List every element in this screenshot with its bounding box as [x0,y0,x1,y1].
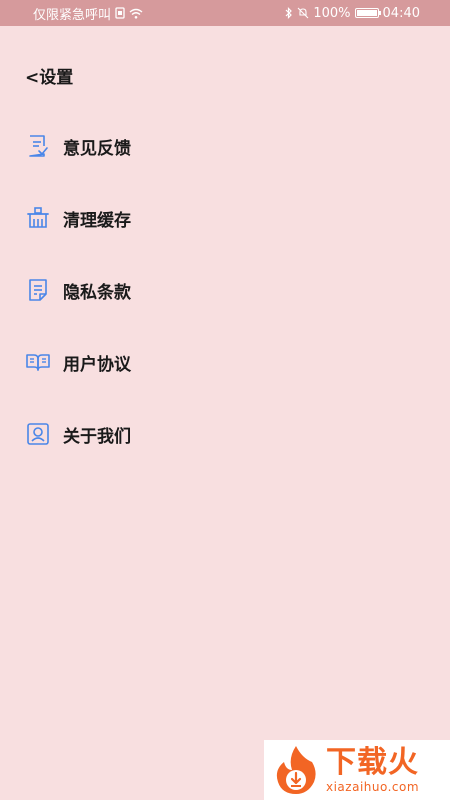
wifi-icon [129,8,143,19]
menu-label: 用户协议 [63,354,131,375]
contact-icon [25,421,51,447]
battery-percent: 100% [313,5,351,21]
status-right: 100% 04:40 [285,6,420,21]
watermark-brand: 下载火 [326,744,419,780]
watermark-domain: xiazaihuo.com [326,779,420,794]
watermark-text: 下载火 xiazaihuo.com [326,744,420,794]
basket-icon [25,205,51,231]
bluetooth-icon [285,7,293,19]
menu-item-about-us[interactable]: 关于我们 [25,416,425,452]
document-icon [25,277,51,303]
clock: 04:40 [382,5,420,21]
menu-item-privacy[interactable]: 隐私条款 [25,272,425,308]
page-title: <设置 [25,67,74,88]
battery-icon [354,8,381,18]
mute-bell-icon [297,7,309,19]
menu-label: 意见反馈 [63,138,131,159]
watermark-badge: 下载火 xiazaihuo.com [264,740,450,800]
status-left: 仅限紧急呼叫 [33,4,143,23]
carrier-text: 仅限紧急呼叫 [33,7,112,23]
status-bar: 仅限紧急呼叫 100% 04:40 [0,0,450,26]
menu-label: 关于我们 [63,426,131,447]
back-button[interactable]: <设置 [25,62,73,88]
feedback-icon [25,133,51,159]
menu-label: 隐私条款 [63,282,131,303]
book-icon [25,349,51,375]
settings-menu: 意见反馈 清理缓存 隐私条款 用户协议 关于我们 [25,128,425,488]
menu-label: 清理缓存 [63,210,131,231]
sim-icon [115,7,125,19]
menu-item-user-agreement[interactable]: 用户协议 [25,344,425,380]
menu-item-feedback[interactable]: 意见反馈 [25,128,425,164]
menu-item-clear-cache[interactable]: 清理缓存 [25,200,425,236]
flame-logo-icon [276,746,316,794]
